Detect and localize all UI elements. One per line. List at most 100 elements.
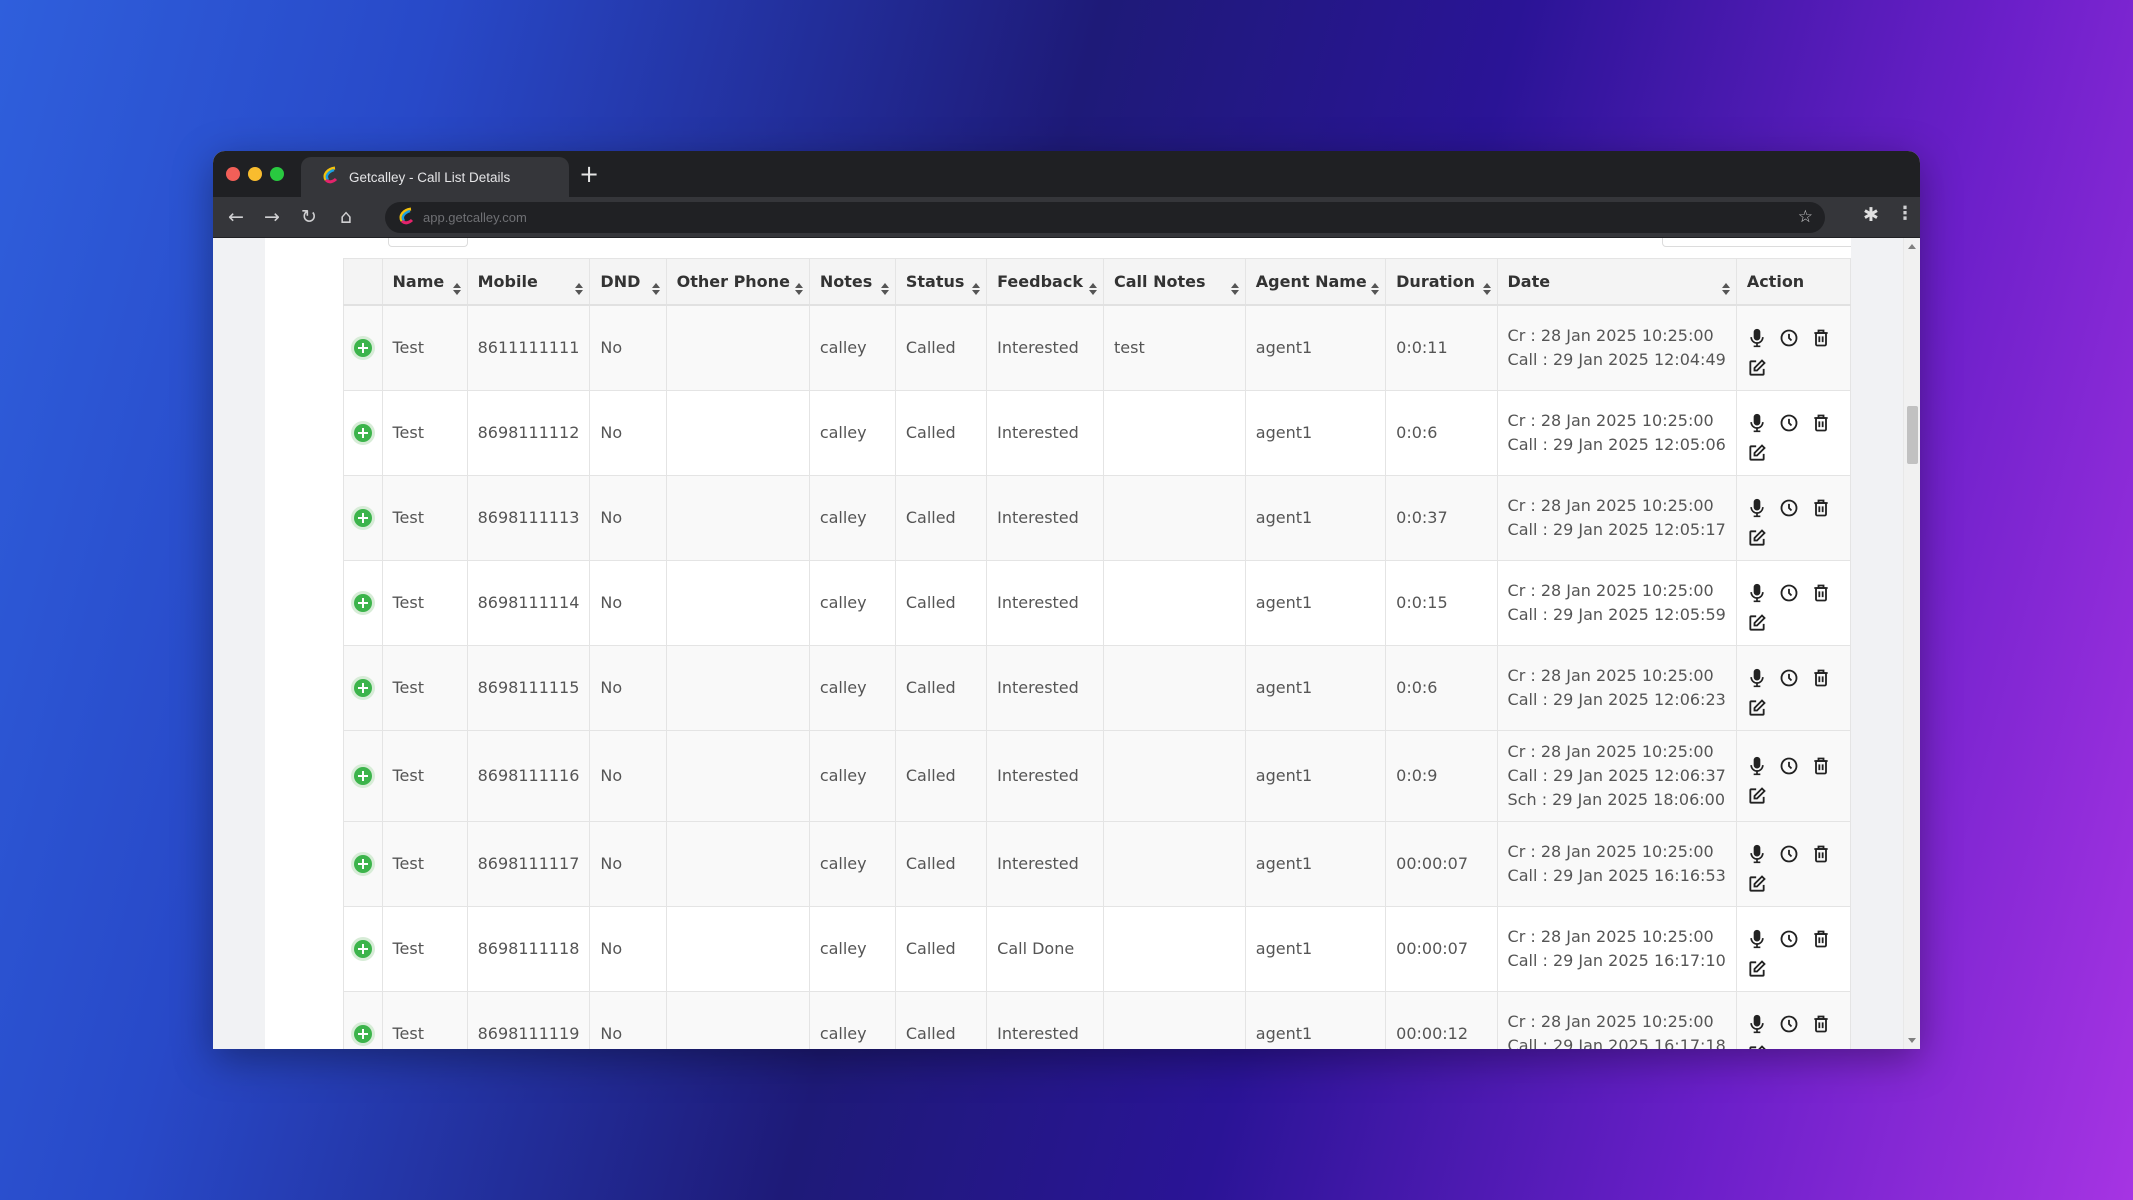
trash-icon[interactable] xyxy=(1811,929,1831,949)
column-header-date[interactable]: Date xyxy=(1496,258,1737,306)
microphone-icon[interactable] xyxy=(1747,413,1767,433)
trash-icon[interactable] xyxy=(1811,328,1831,348)
clock-icon[interactable] xyxy=(1779,844,1799,864)
column-header-agent-name[interactable]: Agent Name xyxy=(1244,258,1387,306)
expand-row-plus-icon[interactable] xyxy=(353,339,372,358)
sort-arrows-icon[interactable] xyxy=(1088,282,1097,295)
edit-icon[interactable] xyxy=(1747,698,1767,718)
table-row[interactable]: Test 8698111119 No calley Called Interested ag… xyxy=(343,990,1852,1049)
column-header-status[interactable]: Status xyxy=(894,258,988,306)
page-length-select[interactable] xyxy=(388,238,468,247)
edit-icon[interactable] xyxy=(1747,959,1767,979)
trash-icon[interactable] xyxy=(1811,498,1831,518)
expand-row-plus-icon[interactable] xyxy=(353,1025,372,1044)
trash-icon[interactable] xyxy=(1811,1014,1831,1034)
sort-arrows-icon[interactable] xyxy=(794,282,803,295)
microphone-icon[interactable] xyxy=(1747,844,1767,864)
scrollbar-thumb[interactable] xyxy=(1907,406,1918,464)
expand-row-plus-icon[interactable] xyxy=(353,509,372,528)
edit-icon[interactable] xyxy=(1747,786,1767,806)
microphone-icon[interactable] xyxy=(1747,498,1767,518)
expand-row-plus-icon[interactable] xyxy=(353,424,372,443)
clock-icon[interactable] xyxy=(1779,413,1799,433)
microphone-icon[interactable] xyxy=(1747,756,1767,776)
bookmark-star-icon[interactable]: ☆ xyxy=(1798,207,1813,227)
sort-arrows-icon[interactable] xyxy=(1721,282,1730,295)
column-header-name[interactable]: Name xyxy=(381,258,468,306)
clock-icon[interactable] xyxy=(1779,498,1799,518)
scroll-up-arrow-icon[interactable] xyxy=(1908,244,1916,249)
column-header-mobile[interactable]: Mobile xyxy=(466,258,591,306)
trash-icon[interactable] xyxy=(1811,583,1831,603)
expand-row-plus-icon[interactable] xyxy=(353,767,372,786)
cell-name: Test xyxy=(381,559,468,646)
table-row[interactable]: Test 8611111111 No calley Called Interested te… xyxy=(343,304,1852,391)
cell-call-notes xyxy=(1102,820,1246,907)
reload-icon[interactable]: ↻ xyxy=(296,204,322,230)
table-search-input[interactable] xyxy=(1662,238,1874,247)
sort-arrows-icon[interactable] xyxy=(575,282,584,295)
column-header-notes[interactable]: Notes xyxy=(808,258,896,306)
sort-arrows-icon[interactable] xyxy=(452,282,461,295)
new-tab-button[interactable]: + xyxy=(579,161,599,187)
cell-agent-name: agent1 xyxy=(1244,990,1387,1049)
expand-row-plus-icon[interactable] xyxy=(353,679,372,698)
clock-icon[interactable] xyxy=(1779,1014,1799,1034)
microphone-icon[interactable] xyxy=(1747,328,1767,348)
cell-notes: calley xyxy=(808,389,896,476)
table-row[interactable]: Test 8698111116 No calley Called Interested ag… xyxy=(343,729,1852,822)
close-window-button[interactable] xyxy=(226,167,240,181)
scroll-down-arrow-icon[interactable] xyxy=(1908,1038,1916,1043)
table-row[interactable]: Test 8698111114 No calley Called Interested ag… xyxy=(343,559,1852,646)
edit-icon[interactable] xyxy=(1747,358,1767,378)
sort-arrows-icon[interactable] xyxy=(1371,282,1380,295)
expand-row-plus-icon[interactable] xyxy=(353,594,372,613)
minimize-window-button[interactable] xyxy=(248,167,262,181)
vertical-scrollbar[interactable] xyxy=(1903,238,1920,1049)
column-header-call-notes[interactable]: Call Notes xyxy=(1102,258,1246,306)
back-arrow-icon[interactable]: ← xyxy=(223,204,249,230)
column-header-dnd[interactable]: DND xyxy=(589,258,667,306)
table-row[interactable]: Test 8698111115 No calley Called Interested ag… xyxy=(343,644,1852,731)
edit-icon[interactable] xyxy=(1747,443,1767,463)
trash-icon[interactable] xyxy=(1811,844,1831,864)
edit-icon[interactable] xyxy=(1747,613,1767,633)
maximize-window-button[interactable] xyxy=(270,167,284,181)
microphone-icon[interactable] xyxy=(1747,668,1767,688)
clock-icon[interactable] xyxy=(1779,756,1799,776)
clock-icon[interactable] xyxy=(1779,583,1799,603)
forward-arrow-icon[interactable]: → xyxy=(259,204,285,230)
expand-row-plus-icon[interactable] xyxy=(353,855,372,874)
edit-icon[interactable] xyxy=(1747,1044,1767,1049)
browser-tab-active[interactable]: Getcalley - Call List Details xyxy=(301,157,569,197)
column-header-duration[interactable]: Duration xyxy=(1385,258,1498,306)
cell-dnd: No xyxy=(589,905,667,992)
sort-arrows-icon[interactable] xyxy=(880,282,889,295)
sort-arrows-icon[interactable] xyxy=(1230,282,1239,295)
trash-icon[interactable] xyxy=(1811,413,1831,433)
table-row[interactable]: Test 8698111112 No calley Called Interested ag… xyxy=(343,389,1852,476)
extensions-puzzle-icon[interactable]: ✱ xyxy=(1863,204,1879,226)
table-row[interactable]: Test 8698111113 No calley Called Interested ag… xyxy=(343,474,1852,561)
sort-arrows-icon[interactable] xyxy=(651,282,660,295)
clock-icon[interactable] xyxy=(1779,328,1799,348)
edit-icon[interactable] xyxy=(1747,874,1767,894)
column-header-feedback[interactable]: Feedback xyxy=(986,258,1104,306)
clock-icon[interactable] xyxy=(1779,668,1799,688)
sort-arrows-icon[interactable] xyxy=(1482,282,1491,295)
trash-icon[interactable] xyxy=(1811,756,1831,776)
microphone-icon[interactable] xyxy=(1747,583,1767,603)
clock-icon[interactable] xyxy=(1779,929,1799,949)
microphone-icon[interactable] xyxy=(1747,929,1767,949)
address-bar[interactable]: app.getcalley.com ☆ xyxy=(385,202,1825,233)
trash-icon[interactable] xyxy=(1811,668,1831,688)
expand-row-plus-icon[interactable] xyxy=(353,940,372,959)
browser-menu-icon[interactable]: ⋮ xyxy=(1896,203,1914,224)
table-row[interactable]: Test 8698111117 No calley Called Interested ag… xyxy=(343,820,1852,907)
home-icon[interactable]: ⌂ xyxy=(333,204,359,230)
sort-arrows-icon[interactable] xyxy=(972,282,981,295)
microphone-icon[interactable] xyxy=(1747,1014,1767,1034)
edit-icon[interactable] xyxy=(1747,528,1767,548)
table-row[interactable]: Test 8698111118 No calley Called Call Done age… xyxy=(343,905,1852,992)
column-header-other-phone[interactable]: Other Phone xyxy=(665,258,810,306)
